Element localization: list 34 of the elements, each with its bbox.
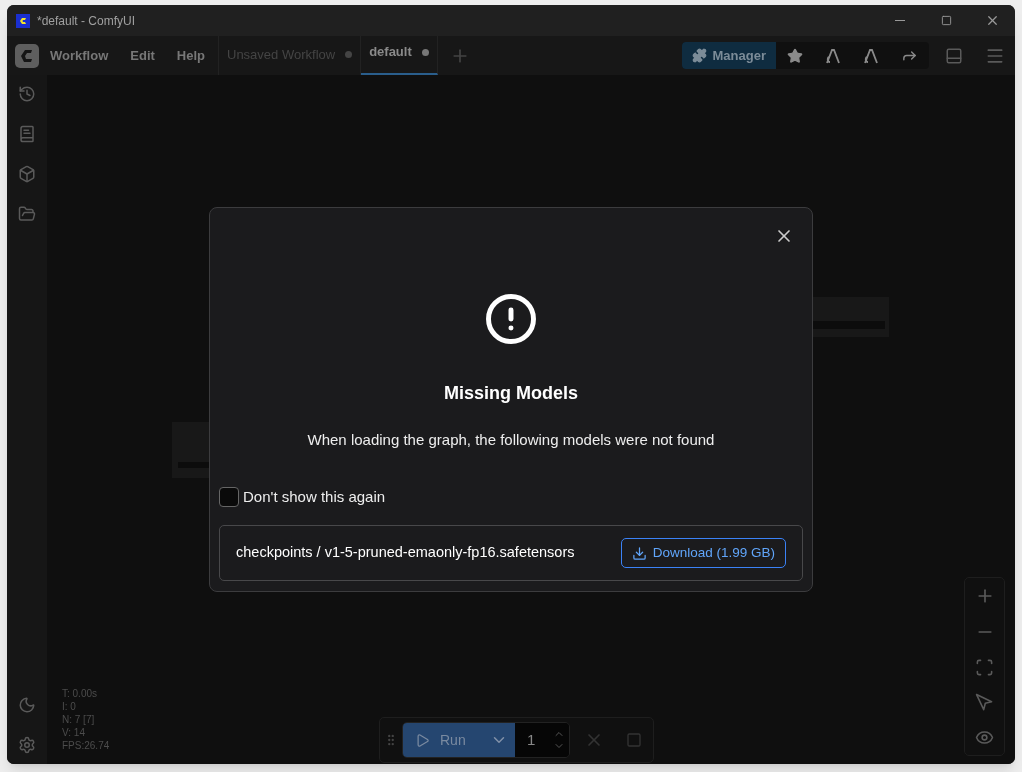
app-logo-icon [16,13,30,28]
history-icon[interactable] [18,85,36,103]
checkbox[interactable] [219,486,239,507]
menu-item[interactable]: Help [165,36,216,75]
checkbox-label: Don't show this again [243,486,386,507]
cube-icon[interactable] [18,165,36,183]
dialog-message: When loading the graph, the following models were not found [307,430,715,450]
menu-item[interactable]: Edit [119,36,166,75]
download-button[interactable]: Download (1.99 GB) [620,538,786,568]
star-icon[interactable] [787,47,803,64]
settings-icon[interactable] [18,736,36,754]
arch-icon[interactable] [824,46,842,65]
book-icon[interactable] [18,125,36,143]
dialog-title: Missing Models [444,382,578,405]
model-path: checkpoints / v1-5-pruned-emaonly-fp16.safetensors [236,543,575,563]
stat-text: V: 14 [62,726,86,739]
fit-view-icon[interactable] [975,658,994,677]
puzzle-icon [691,48,707,63]
manager-button[interactable]: Manager [681,42,776,69]
pointer-arrow-icon[interactable] [975,693,994,712]
menu-item[interactable]: Workflow [39,36,120,75]
minimize-icon [895,20,905,21]
warning-icon [484,292,538,346]
bottom-panel-icon[interactable] [945,46,963,65]
tab-label: default [369,43,412,62]
stat-text: FPS:26.74 [62,739,110,752]
arch-icon[interactable] [862,46,880,65]
folder-icon[interactable] [18,205,36,223]
eye-icon[interactable] [975,728,994,747]
window-title: *default - ComfyUI [37,12,136,30]
moon-icon[interactable] [18,696,36,714]
download-icon [631,545,647,561]
comfy-logo-icon[interactable] [15,43,39,68]
maximize-icon [940,15,952,26]
